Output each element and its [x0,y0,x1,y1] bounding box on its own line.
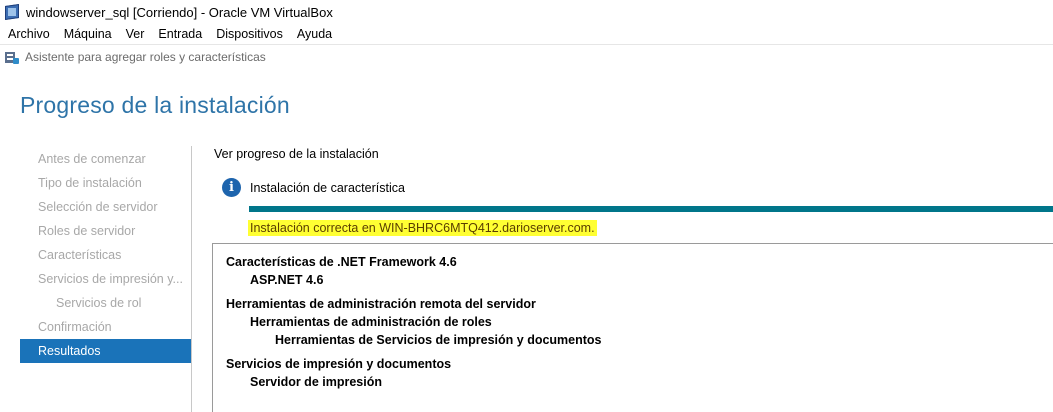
nav-divider [191,146,192,412]
results-list[interactable]: Características de .NET Framework 4.6 ASP… [212,243,1053,412]
nav-item[interactable]: Características [20,243,191,267]
progress-bar [249,206,1053,212]
nav-item[interactable]: Resultados [20,339,191,363]
status-row: i Instalación de característica [222,178,405,197]
result-item: Herramientas de Servicios de impresión y… [275,333,602,347]
result-item: Herramientas de administración remota de… [226,297,536,311]
virtualbox-icon [4,4,20,20]
server-wizard-icon [5,50,19,64]
menu-entrada[interactable]: Entrada [158,27,202,41]
result-item: Servicios de impresión y documentos [226,357,452,371]
result-item: Características de .NET Framework 4.6 [226,255,457,269]
nav-item[interactable]: Confirmación [20,315,191,339]
nav-item[interactable]: Antes de comenzar [20,147,191,171]
menubar: Archivo Máquina Ver Entrada Dispositivos… [0,24,1053,44]
wizard-nav: Antes de comenzar Tipo de instalación Sele… [20,147,191,363]
success-message: Instalación correcta en WIN-BHRC6MTQ412.… [248,220,597,236]
menu-maquina[interactable]: Máquina [64,27,112,41]
nav-item[interactable]: Tipo de instalación [20,171,191,195]
nav-item[interactable]: Servicios de impresión y... [20,267,191,291]
nav-item[interactable]: Selección de servidor [20,195,191,219]
menu-ayuda[interactable]: Ayuda [297,27,332,41]
result-item: Herramientas de administración de roles [250,315,492,329]
wizard-header: Asistente para agregar roles y caracterí… [0,44,1053,68]
result-item: ASP.NET 4.6 [250,273,324,287]
nav-item[interactable]: Servicios de rol [20,291,191,315]
progress-section-label: Ver progreso de la instalación [214,147,379,161]
menu-dispositivos[interactable]: Dispositivos [216,27,283,41]
page-title: Progreso de la instalación [20,92,290,118]
window-titlebar: windowserver_sql [Corriendo] - Oracle VM… [0,0,1053,24]
nav-item[interactable]: Roles de servidor [20,219,191,243]
menu-ver[interactable]: Ver [126,27,145,41]
window-title: windowserver_sql [Corriendo] - Oracle VM… [26,4,333,20]
progress-bar-fill [249,206,1053,212]
wizard-title: Asistente para agregar roles y caracterí… [25,49,266,64]
status-text: Instalación de característica [250,180,405,195]
info-icon: i [222,178,241,197]
result-item: Servidor de impresión [250,375,382,389]
menu-archivo[interactable]: Archivo [8,27,50,41]
